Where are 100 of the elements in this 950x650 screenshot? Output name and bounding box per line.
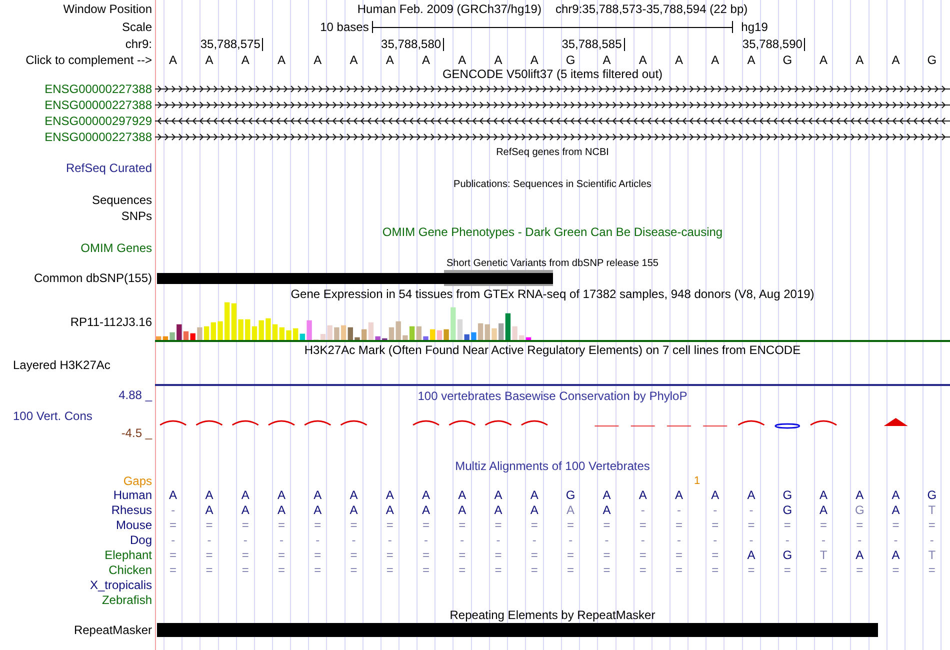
track-label[interactable]: Common dbSNP(155) [34, 271, 152, 285]
alignment-base: A [854, 548, 865, 562]
alignment-base: = [602, 562, 612, 576]
alignment-base: - [748, 532, 754, 546]
track-title: Gene Expression in 54 tissues from GTEx RNA-seq of 17382 samples, 948 donors (V8, Aug 2019) [290, 287, 814, 301]
repeat-bar[interactable] [157, 623, 878, 637]
expression-bar[interactable] [423, 336, 428, 340]
alignment-base: = [710, 562, 720, 576]
alignment-base: = [385, 548, 394, 562]
alignment-base: = [313, 548, 322, 562]
alignment-base: = [891, 518, 900, 532]
alignment-base: - [242, 532, 248, 546]
track-label[interactable]: RefSeq Curated [66, 161, 152, 175]
alignment-base: = [385, 518, 394, 532]
alignment-base: = [602, 518, 612, 532]
alignment-base: A [312, 502, 323, 516]
alignment-base: - [206, 532, 212, 546]
alignment-base: = [458, 518, 467, 532]
alignment-base: A [566, 502, 576, 516]
expression-bar[interactable] [162, 336, 168, 340]
base-letter: A [854, 52, 865, 66]
alignment-base: - [676, 532, 682, 546]
alignment-base: = [422, 518, 431, 532]
alignment-base: - [423, 532, 430, 546]
alignment-base: = [927, 562, 936, 576]
alignment-base: = [638, 518, 648, 532]
expression-bar[interactable] [176, 324, 182, 340]
alignment-base: = [204, 548, 214, 562]
base-letter: A [421, 52, 432, 66]
alignment-base: - [748, 502, 754, 516]
alignment-base: - [892, 532, 899, 546]
gene-label[interactable]: ENSG00000227388 [44, 82, 152, 96]
track-title: 100 vertebrates Basewise Conservation by PhyloP [418, 388, 688, 405]
alignment-base: = [855, 562, 864, 576]
track-label[interactable]: Sequences [92, 193, 152, 207]
track-label[interactable]: 100 Vert. Cons [0, 408, 152, 425]
alignment-base: = [710, 518, 720, 532]
alignment-base: = [458, 562, 467, 576]
base-letter: A [529, 52, 540, 66]
track-title: H3K27Ac Mark (Often Found Near Active Regulatory Elements) on 7 cell lines from ENCODE [304, 343, 801, 357]
track-title: Publications: Sequences in Scientific Articles [454, 178, 652, 190]
expression-bar[interactable] [478, 323, 484, 340]
gene-label[interactable]: ENSG00000227388 [44, 98, 152, 112]
alignment-base: G [782, 488, 794, 502]
alignment-base: A [746, 488, 756, 502]
alignment-base: = [422, 548, 431, 562]
expression-bar[interactable] [183, 331, 189, 340]
expression-bar[interactable] [526, 337, 532, 340]
alignment-base: - [314, 532, 321, 546]
expression-bar[interactable] [348, 327, 353, 340]
alignment-base: = [566, 548, 576, 562]
alignment-base: A [493, 502, 504, 516]
track-label[interactable]: RepeatMasker [74, 623, 152, 637]
base-letter: A [710, 52, 720, 66]
alignment-base: A [818, 502, 829, 516]
gene-label[interactable]: RP11-112J3.16 [70, 315, 152, 329]
alignment-base: A [457, 488, 468, 502]
alignment-base: = [349, 562, 358, 576]
expression-bar[interactable] [471, 332, 476, 340]
base-letter: A [674, 52, 684, 66]
expression-bar[interactable] [375, 336, 380, 340]
alignment-base: - [568, 532, 574, 546]
expression-bar[interactable] [464, 334, 470, 340]
base-letter: A [746, 52, 756, 66]
alignment-base: - [495, 532, 502, 546]
track-label: Gaps [123, 474, 152, 488]
variant-bar[interactable] [157, 273, 552, 284]
alignment-base: - [640, 532, 646, 546]
alignment-base: - [712, 532, 718, 546]
gene-label[interactable]: ENSG00000297929 [44, 114, 152, 128]
ruler-tick-label: 35,788,585 [562, 38, 625, 50]
alignment-base: - [784, 532, 790, 546]
expression-bar[interactable] [190, 333, 196, 340]
track-label[interactable]: SNPs [121, 209, 152, 223]
base-letter: A [493, 52, 504, 66]
expression-bar[interactable] [505, 313, 511, 340]
alignment-base: - [170, 502, 176, 516]
expression-bar[interactable] [300, 334, 306, 340]
track-title: GENCODE V50lift37 (5 items filtered out) [442, 67, 663, 81]
alignment-base: = [602, 548, 612, 562]
alignment-base: = [276, 518, 286, 532]
gene-label[interactable]: ENSG00000227388 [44, 130, 152, 144]
alignment-base: A [890, 548, 901, 562]
track-title: RefSeq genes from NCBI [496, 147, 609, 158]
alignment-base: = [204, 518, 214, 532]
alignment-base: - [531, 532, 538, 546]
species-label: Mouse [116, 518, 152, 532]
expression-bar[interactable] [354, 337, 360, 340]
base-letter: A [312, 52, 323, 66]
alignment-base: A [529, 488, 540, 502]
complement-link[interactable]: Click to complement --> [26, 52, 152, 66]
track-label[interactable]: Layered H3K27Ac [13, 358, 110, 372]
alignment-base: A [240, 502, 250, 516]
alignment-base: - [712, 502, 718, 516]
alignment-base: A [384, 502, 395, 516]
track-label[interactable]: OMIM Genes [80, 241, 152, 255]
alignment-base: - [459, 532, 466, 546]
alignment-base: A [602, 502, 612, 516]
base-letter: A [276, 52, 286, 66]
alignment-base: = [458, 548, 467, 562]
